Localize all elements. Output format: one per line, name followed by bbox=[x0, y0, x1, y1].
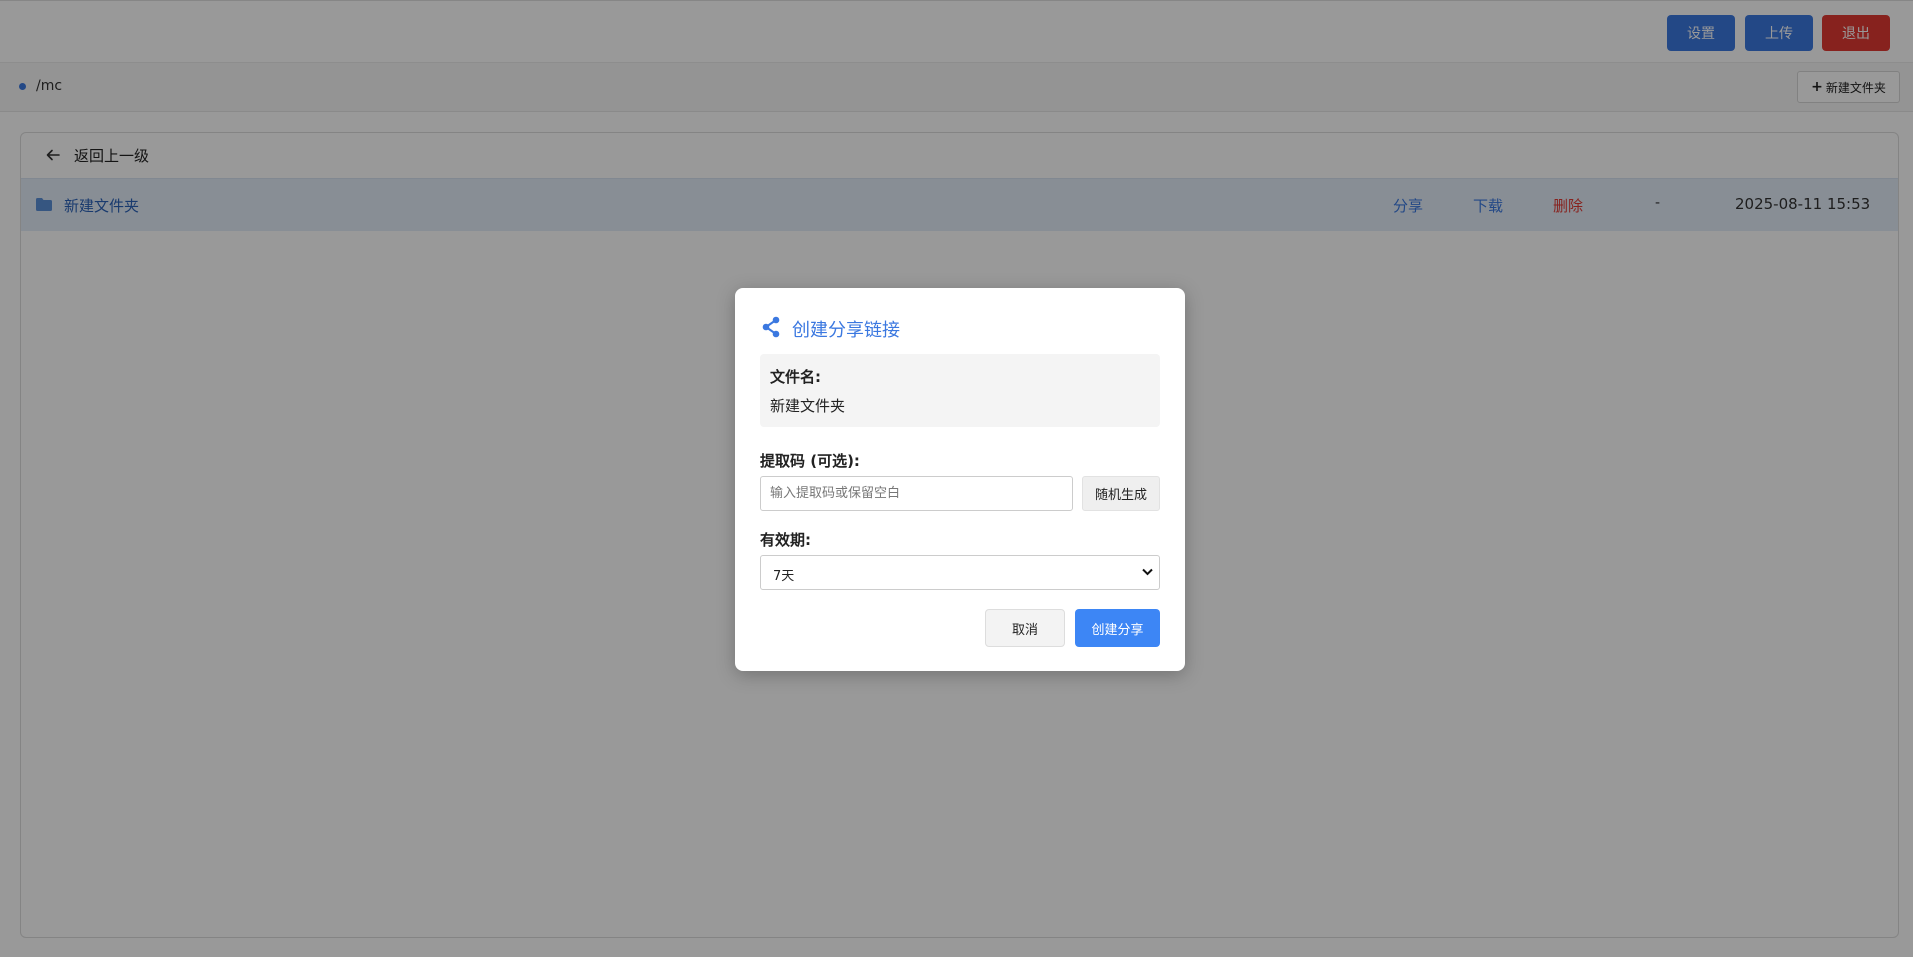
share-icon bbox=[762, 316, 780, 338]
chevron-down-icon bbox=[1142, 568, 1153, 576]
expire-selected-value: 7天 bbox=[773, 569, 795, 584]
create-share-button[interactable]: 创建分享 bbox=[1075, 609, 1160, 647]
file-info-box: 文件名: 新建文件夹 bbox=[760, 354, 1160, 427]
random-generate-button[interactable]: 随机生成 bbox=[1082, 476, 1160, 511]
extract-code-label: 提取码 (可选): bbox=[760, 452, 860, 470]
share-dialog: 创建分享链接 文件名: 新建文件夹 提取码 (可选): 随机生成 有效期: 7天… bbox=[735, 288, 1185, 671]
expire-label: 有效期: bbox=[760, 531, 811, 549]
extract-code-input[interactable] bbox=[760, 476, 1073, 511]
expire-select[interactable]: 7天 bbox=[760, 555, 1160, 590]
filename-label: 文件名: bbox=[770, 368, 821, 386]
dialog-title: 创建分享链接 bbox=[792, 320, 900, 341]
cancel-button[interactable]: 取消 bbox=[985, 609, 1065, 647]
filename-value: 新建文件夹 bbox=[770, 397, 846, 415]
